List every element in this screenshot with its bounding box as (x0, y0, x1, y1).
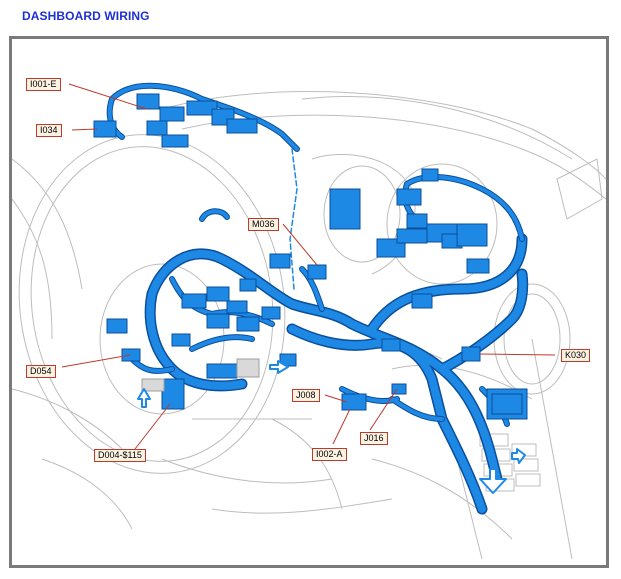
callout-m036: M036 (248, 218, 279, 231)
wiring-diagram (12, 82, 606, 560)
callout-d004-115: D004-$115 (94, 449, 146, 462)
dashboard-outline (12, 91, 606, 560)
wiring-diagram-frame: I001-E I034 M036 D054 J008 J016 I002-A D… (9, 36, 609, 568)
callout-d054: D054 (26, 365, 56, 378)
callout-i034: I034 (36, 124, 62, 137)
callout-j008: J008 (292, 389, 320, 402)
callout-i002-a: I002-A (312, 448, 347, 461)
callout-k030: K030 (561, 349, 591, 362)
arrow-up-icon (137, 388, 151, 408)
callout-i001-e: I001-E (26, 78, 61, 91)
wiring-harness (106, 82, 529, 515)
callout-j016: J016 (360, 432, 388, 445)
page-title: DASHBOARD WIRING (22, 9, 150, 23)
